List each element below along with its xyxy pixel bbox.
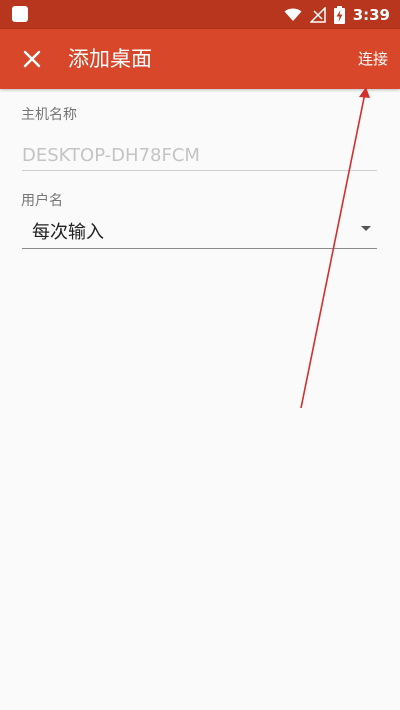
username-dropdown[interactable]: 每次输入	[22, 214, 377, 249]
status-bar: 3:39	[0, 0, 400, 29]
username-selected-value: 每次输入	[32, 222, 104, 243]
chevron-down-icon	[361, 226, 371, 231]
status-icons: 3:39	[284, 0, 390, 29]
page-title: 添加桌面	[68, 47, 152, 71]
hostname-input[interactable]	[22, 140, 377, 171]
app-bar: 添加桌面 连接	[0, 29, 400, 89]
wifi-icon	[284, 8, 302, 21]
battery-charging-icon	[333, 5, 345, 24]
hostname-label: 主机名称	[21, 107, 77, 123]
username-label: 用户名	[21, 193, 63, 209]
no-signal-icon	[309, 6, 326, 23]
connect-button[interactable]: 连接	[352, 42, 388, 76]
status-time: 3:39	[352, 5, 390, 24]
app-notification-icon	[12, 6, 28, 22]
close-icon[interactable]	[18, 45, 46, 73]
